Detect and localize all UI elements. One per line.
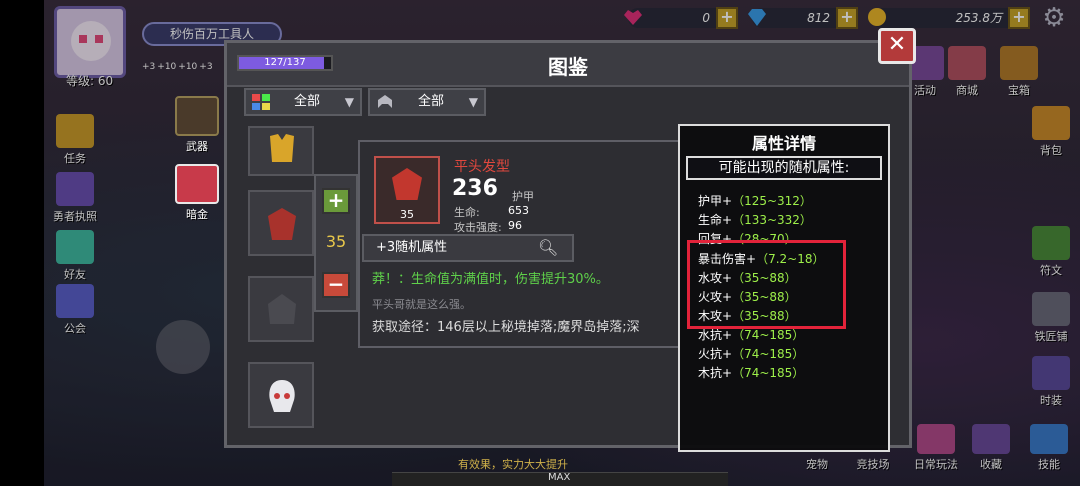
increment-button[interactable]: + (322, 188, 350, 214)
bottom-tip: 有效果，实力大大提升 (458, 458, 568, 471)
codex-item-cell[interactable] (248, 126, 314, 176)
item-detail-icon: 35 (374, 156, 440, 224)
filter-slot-value: 全部 (418, 94, 445, 109)
tab-label: 武器 (186, 140, 208, 153)
attr-name: 木抗+ (698, 366, 733, 380)
attr-line: 生命+（133~332） (698, 211, 812, 228)
dialog-title: 图鉴 (548, 55, 588, 79)
tab-label: 暗金 (186, 208, 208, 221)
attr-name: 火抗+ (698, 347, 733, 361)
attr-name: 生命+ (698, 213, 733, 227)
chevron-down-icon: ▼ (468, 95, 478, 109)
golden-armor-icon (270, 134, 294, 162)
stat-value: 653 (508, 204, 529, 217)
stat-value: 96 (508, 219, 522, 232)
red-demon-helm-icon (268, 208, 296, 240)
item-name: 平头发型 (454, 159, 510, 175)
stat-label: 攻击强度: (454, 221, 502, 234)
codex-item-cell[interactable] (248, 362, 314, 428)
item-stat-row: 生命: 653 (454, 204, 529, 220)
attr-line: 护甲+（125~312） (698, 192, 812, 209)
filter-dropdown-slot[interactable]: 全部 ▼ (368, 88, 486, 116)
red-helm-icon (392, 168, 422, 200)
attr-range: （74~185） (732, 366, 805, 380)
highlight-box (687, 240, 846, 329)
item-level: 35 (400, 208, 414, 221)
exp-max-label: MAX (548, 472, 571, 483)
tab-dark-gold[interactable]: 暗金 (172, 164, 222, 222)
item-armor-value: 236 (452, 176, 498, 201)
dark-helm-icon (268, 294, 296, 324)
filter-type-value: 全部 (294, 94, 321, 109)
attr-range: （125~312） (732, 194, 812, 208)
skull-mask-icon (269, 380, 295, 412)
filter-dropdown-type[interactable]: 全部 ▼ (244, 88, 362, 116)
weapon-tab-icon (175, 96, 219, 136)
attr-range: （74~185） (732, 347, 805, 361)
attr-range: （74~185） (732, 328, 805, 342)
item-description: 平头哥就是这么强。 (372, 298, 471, 311)
item-special-effect: 莽！：生命值为满值时，伤害提升30%。 (372, 272, 609, 287)
codex-item-cell[interactable] (248, 190, 314, 256)
item-stat-row: 攻击强度: 96 (454, 219, 522, 235)
dialog-header: 127/137 图鉴 (227, 43, 909, 87)
attr-panel-title: 属性详情 (751, 134, 816, 153)
attr-range: （133~332） (732, 213, 812, 227)
attr-line: 木抗+（74~185） (698, 364, 804, 381)
item-source: 获取途径：146层以上秘境掉落;魔界岛掉落;深 (372, 320, 640, 335)
item-armor-label: 护甲 (512, 190, 534, 203)
attr-line: 火抗+（74~185） (698, 345, 804, 362)
attr-name: 水抗+ (698, 328, 733, 342)
letterbox-left (0, 0, 44, 486)
tab-weapons[interactable]: 武器 (172, 96, 222, 154)
dark-gold-tab-icon (175, 164, 219, 204)
grid-colors-icon (252, 94, 270, 110)
helmet-icon (378, 95, 392, 108)
decrement-button[interactable]: − (322, 272, 350, 298)
stepper-value: 35 (325, 232, 347, 251)
attr-panel-subtitle: 可能出现的随机属性: (686, 156, 882, 180)
level-stepper: + 35 − (314, 174, 358, 312)
stat-label: 生命: (454, 206, 480, 219)
attr-name: 护甲+ (698, 194, 733, 208)
codex-item-cell[interactable] (248, 276, 314, 342)
magnifier-icon[interactable]: 🔍︎ (538, 238, 558, 258)
chevron-down-icon: ▼ (344, 95, 354, 109)
close-button[interactable]: ✕ (878, 28, 916, 64)
